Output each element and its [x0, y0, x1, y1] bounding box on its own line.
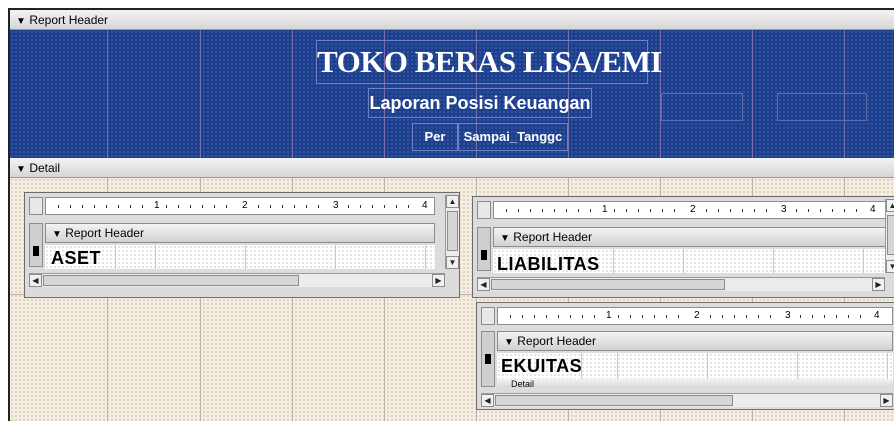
scroll-up-icon[interactable]: ▲: [886, 199, 894, 212]
scroll-thumb[interactable]: [491, 279, 725, 290]
empty-textbox[interactable]: [661, 93, 743, 121]
subreport-report-header-bar[interactable]: ▼ Report Header: [493, 227, 893, 247]
subreport-header-label: Report Header: [65, 226, 144, 240]
per-label[interactable]: Per: [412, 123, 458, 151]
horizontal-scrollbar[interactable]: ◀ ▶: [29, 273, 445, 287]
subreport-report-header-bar[interactable]: ▼ Report Header: [497, 331, 893, 351]
subreport-report-header-bar[interactable]: ▼ Report Header: [45, 223, 435, 243]
scroll-right-icon[interactable]: ▶: [432, 274, 445, 287]
subreport-content-area[interactable]: LIABILITAS: [493, 249, 893, 273]
ruler-number: 2: [242, 200, 248, 211]
liabilitas-label[interactable]: LIABILITAS: [497, 254, 600, 273]
ruler-number: 4: [874, 310, 880, 321]
ruler-corner: [481, 307, 495, 325]
horizontal-scrollbar[interactable]: ◀ ▶: [477, 277, 885, 291]
scroll-thumb[interactable]: [887, 215, 894, 255]
report-header-bar-label: Report Header: [29, 13, 109, 27]
report-subtitle-label[interactable]: Laporan Posisi Keuangan: [368, 88, 592, 118]
row-selector[interactable]: [29, 223, 43, 267]
detail-section[interactable]: 1 2 3 4 ▼ Report Header ASET ▲ ▼ ◀ ▶ 1 2…: [10, 178, 894, 421]
horizontal-scrollbar[interactable]: ◀ ▶: [481, 393, 893, 407]
ruler-corner: [477, 201, 491, 219]
section-marker-icon: ▼: [16, 16, 26, 27]
scroll-right-icon[interactable]: ▶: [880, 394, 893, 407]
detail-section-bar[interactable]: ▼ Detail: [10, 158, 894, 178]
empty-textbox[interactable]: [777, 93, 867, 121]
ruler-number: 3: [333, 200, 339, 211]
horizontal-ruler: 1 2 3 4: [497, 307, 893, 325]
subreport-detail-bar[interactable]: Detail: [497, 379, 893, 387]
ruler-corner: [29, 197, 43, 215]
ruler-number: 2: [694, 310, 700, 321]
scroll-left-icon[interactable]: ◀: [481, 394, 494, 407]
vertical-scrollbar[interactable]: ▲ ▼: [445, 195, 459, 269]
ruler-number: 1: [154, 200, 160, 211]
aset-label[interactable]: ASET: [51, 248, 101, 269]
ruler-number: 4: [870, 204, 876, 215]
report-design-view: ▼ Report Header TOKO BERAS LISA/EMI Lapo…: [8, 8, 894, 421]
scroll-thumb[interactable]: [43, 275, 299, 286]
detail-bar-label: Detail: [29, 161, 61, 175]
grid-line: [292, 30, 293, 158]
subreport-liabilitas[interactable]: 1 2 3 4 ▼ Report Header LIABILITAS ◀ ▶: [472, 196, 894, 298]
subreport-header-label: Report Header: [513, 230, 592, 244]
ruler-number: 3: [785, 310, 791, 321]
ruler-number: 1: [602, 204, 608, 215]
scroll-left-icon[interactable]: ◀: [29, 274, 42, 287]
grid-line: [200, 30, 201, 158]
scroll-up-icon[interactable]: ▲: [446, 195, 459, 208]
subreport-header-label: Report Header: [517, 334, 596, 348]
vertical-scrollbar[interactable]: ▲ ▼: [885, 199, 894, 273]
grid-line: [752, 30, 753, 158]
scroll-down-icon[interactable]: ▼: [446, 256, 459, 269]
scroll-down-icon[interactable]: ▼: [886, 260, 894, 273]
scroll-left-icon[interactable]: ◀: [477, 278, 490, 291]
section-marker-icon: ▼: [500, 233, 510, 244]
row-selector[interactable]: [477, 227, 491, 271]
horizontal-ruler: 1 2 3 4: [493, 201, 893, 219]
scroll-right-icon[interactable]: ▶: [872, 278, 885, 291]
horizontal-ruler: 1 2 3 4: [45, 197, 435, 215]
report-header-band[interactable]: TOKO BERAS LISA/EMI Laporan Posisi Keuan…: [10, 30, 894, 158]
date-textbox[interactable]: Sampai_Tanggc: [458, 123, 568, 151]
scroll-thumb[interactable]: [447, 211, 458, 251]
subreport-detail-label: Detail: [511, 379, 535, 387]
section-marker-icon: ▼: [16, 164, 26, 175]
ruler-number: 1: [606, 310, 612, 321]
row-selector[interactable]: [481, 331, 495, 387]
section-marker-icon: ▼: [52, 229, 62, 240]
ruler-number: 3: [781, 204, 787, 215]
ruler-number: 4: [422, 200, 428, 211]
scroll-thumb[interactable]: [495, 395, 733, 406]
report-title-label[interactable]: TOKO BERAS LISA/EMI: [316, 40, 662, 84]
subreport-content-area[interactable]: EKUITAS Detail: [497, 353, 893, 387]
report-header-section-bar[interactable]: ▼ Report Header: [10, 10, 894, 30]
section-marker-icon: ▼: [504, 337, 514, 348]
subreport-content-area[interactable]: ASET: [45, 245, 435, 269]
grid-line: [107, 30, 108, 158]
ruler-number: 2: [690, 204, 696, 215]
subreport-aset[interactable]: 1 2 3 4 ▼ Report Header ASET ▲ ▼ ◀ ▶: [24, 192, 460, 298]
subreport-ekuitas[interactable]: 1 2 3 4 ▼ Report Header EKUITAS Detail ◀…: [476, 302, 894, 410]
ekuitas-label[interactable]: EKUITAS: [501, 356, 582, 377]
